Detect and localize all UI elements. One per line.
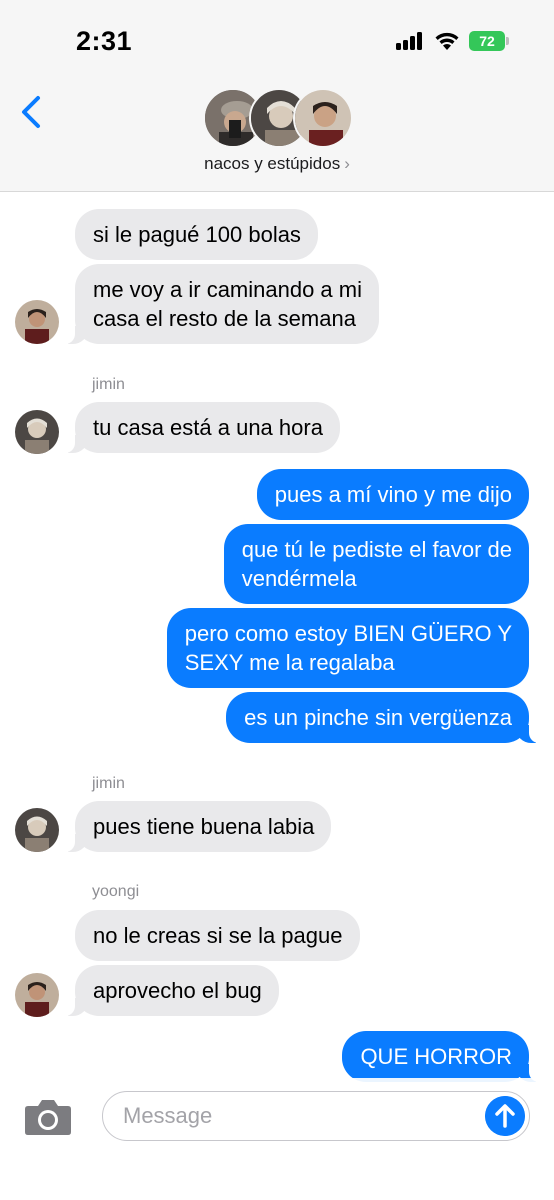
- sender-avatar[interactable]: [15, 808, 59, 852]
- message-bubble[interactable]: me voy a ir caminando a mi casa el resto…: [65, 264, 379, 344]
- message-text: es un pinche sin vergüenza: [244, 705, 512, 730]
- battery-icon: 72: [469, 31, 509, 51]
- message-bubble[interactable]: que tú le pediste el favor de vendérmela: [223, 524, 529, 604]
- sender-avatar[interactable]: [15, 973, 59, 1017]
- message-text: QUE HORROR: [360, 1044, 512, 1069]
- cellular-signal-icon: [396, 32, 426, 50]
- message-bubble[interactable]: tu casa está a una hora: [65, 402, 340, 453]
- message-placeholder: Message: [123, 1103, 213, 1128]
- compose-bar: Message: [0, 1078, 554, 1200]
- sender-avatar[interactable]: [15, 410, 59, 454]
- wifi-icon: [435, 32, 459, 50]
- message-bubble[interactable]: pero como estoy BIEN GÜERO Y SEXY me la …: [166, 608, 529, 688]
- message-text: pues a mí vino y me dijo: [274, 482, 512, 507]
- message-text: pues tiene buena labia: [93, 814, 315, 839]
- message-text: tu casa está a una hora: [93, 415, 323, 440]
- message-text-line: vendérmela: [241, 566, 357, 591]
- camera-icon[interactable]: [24, 1098, 72, 1136]
- group-name: nacos y estúpidos: [204, 154, 341, 173]
- message-text: no le creas si se la pague: [93, 923, 343, 948]
- message-text-line: que tú le pediste el favor de: [241, 537, 512, 562]
- message-text-line: casa el resto de la semana: [93, 306, 356, 331]
- status-bar: 2:31 72: [0, 0, 554, 80]
- sender-name: jimin: [92, 376, 125, 393]
- message-bubble[interactable]: aprovecho el bug: [65, 965, 279, 1016]
- sender-name: jimin: [92, 775, 125, 792]
- battery-level: 72: [469, 31, 505, 51]
- status-time: 2:31: [76, 26, 133, 56]
- message-bubble[interactable]: es un pinche sin vergüenza: [226, 692, 539, 743]
- message-bubble[interactable]: pues a mí vino y me dijo: [256, 469, 529, 520]
- arrow-up-icon[interactable]: [485, 1096, 525, 1136]
- message-text: si le pagué 100 bolas: [93, 222, 301, 247]
- message-bubble[interactable]: si le pagué 100 bolas: [75, 209, 318, 260]
- message-text: aprovecho el bug: [93, 978, 262, 1003]
- conversation-header: nacos y estúpidos ›: [0, 80, 554, 192]
- group-avatars[interactable]: [203, 88, 353, 150]
- avatar: [293, 88, 353, 148]
- message-bubble[interactable]: QUE HORROR: [342, 1031, 539, 1082]
- message-bubble[interactable]: no le creas si se la pague: [75, 910, 360, 961]
- message-text-line: pero como estoy BIEN GÜERO Y: [184, 621, 512, 646]
- message-input[interactable]: Message: [102, 1091, 530, 1141]
- message-bubble[interactable]: pues tiene buena labia: [64, 801, 332, 852]
- message-text-line: me voy a ir caminando a mi: [93, 277, 362, 302]
- sender-avatar[interactable]: [15, 300, 59, 344]
- chevron-right-icon: ›: [344, 154, 350, 173]
- message-text-line: SEXY me la regalaba: [184, 650, 395, 675]
- group-name-button[interactable]: nacos y estúpidos ›: [0, 154, 554, 174]
- sender-name: yoongi: [92, 883, 140, 900]
- chevron-left-icon[interactable]: [14, 92, 48, 132]
